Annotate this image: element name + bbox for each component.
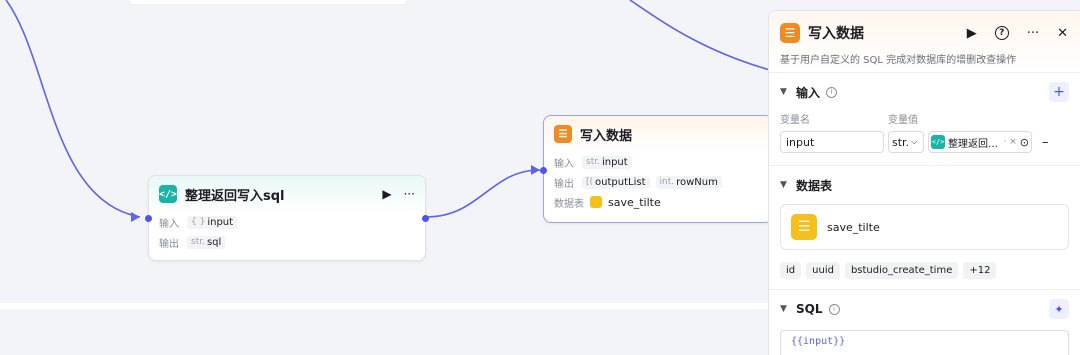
variable-reference-select[interactable]: </> 整理返回… · × ⊙ xyxy=(928,131,1032,153)
input-section: ▼ 输入 i + 变量名 变量值 input str. ⌵ </> 整理返回… … xyxy=(769,73,1080,166)
output-port[interactable] xyxy=(422,215,429,222)
more-columns-chip[interactable]: +12 xyxy=(963,262,997,279)
play-icon[interactable]: ▶ xyxy=(382,187,391,201)
chevron-down-icon[interactable]: ▼ xyxy=(780,304,790,314)
chevron-down-icon: ⌵ xyxy=(911,137,918,146)
node-input-row: 输入 { } input xyxy=(149,212,425,232)
column-header-name: 变量名 xyxy=(780,115,810,126)
edge-upstream-to-sql xyxy=(5,0,141,218)
input-label: 输入 xyxy=(159,218,179,230)
remove-variable-button[interactable]: – xyxy=(1042,135,1049,150)
target-icon[interactable]: ⊙ xyxy=(1020,136,1029,149)
column-header-value: 变量值 xyxy=(888,115,918,126)
table-name: save_tilte xyxy=(827,220,880,234)
sql-section: ▼ SQL i ✦ {{input}} xyxy=(769,290,1080,355)
panel-description: 基于用户自定义的 SQL 完成对数据库的增删改查操作 xyxy=(780,55,1017,66)
database-icon: ☰ xyxy=(791,214,817,240)
output-tag: str. sql xyxy=(187,235,226,249)
edge-sql-to-db xyxy=(425,169,541,218)
variable-row: input str. ⌵ </> 整理返回… · × ⊙ – xyxy=(780,131,1069,165)
node-db-write[interactable]: ☰ 写入数据 输入 str. input 输出 [(outputList int.… xyxy=(540,115,773,223)
panel-title: 写入数据 xyxy=(808,26,864,42)
node-title: 整理返回写入sql xyxy=(185,188,285,204)
output-label: 输出 xyxy=(554,178,574,190)
output-tag: int. rowNum xyxy=(655,175,722,189)
edge-arrow-db xyxy=(531,165,540,175)
clear-icon[interactable]: · × xyxy=(1004,137,1017,147)
database-icon: ☰ xyxy=(554,125,572,143)
node-table-row: 数据表 save_tilte xyxy=(544,192,772,212)
column-chip: bstudio_create_time xyxy=(844,262,959,279)
type-label: str. xyxy=(586,157,600,167)
var-name: input xyxy=(601,156,628,168)
node-sql-builder[interactable]: </> 整理返回写入sql ▶ ··· 输入 { } input 输出 str. s… xyxy=(145,175,429,261)
node-title: 写入数据 xyxy=(580,128,633,144)
input-label: 输入 xyxy=(554,158,574,170)
sql-editor[interactable]: {{input}} xyxy=(780,330,1069,355)
database-icon: ☰ xyxy=(780,23,800,43)
node-header: </> 整理返回写入sql ▶ ··· xyxy=(149,176,425,212)
info-icon[interactable]: i xyxy=(826,86,838,98)
column-chip: id xyxy=(780,262,802,279)
input-tag: str. input xyxy=(582,155,632,169)
info-icon[interactable]: i xyxy=(828,303,840,315)
type-label: str. xyxy=(191,237,205,247)
table-icon xyxy=(590,196,602,208)
type-label: { } xyxy=(191,217,206,227)
type-label: int. xyxy=(659,177,675,187)
chevron-down-icon[interactable]: ▼ xyxy=(780,87,790,97)
code-icon: </> xyxy=(159,185,177,203)
reference-value: 整理返回… xyxy=(948,138,998,150)
node-output-row: 输出 [(outputList int. rowNum xyxy=(544,172,772,192)
var-name: input xyxy=(207,216,234,228)
section-title: SQL xyxy=(796,302,823,316)
column-chips: id uuid bstudio_create_time +12 xyxy=(780,262,1069,289)
node-output-row: 输出 str. sql xyxy=(149,232,425,252)
play-icon[interactable]: ▶ xyxy=(967,26,977,41)
table-label: 数据表 xyxy=(554,198,584,210)
add-variable-button[interactable]: + xyxy=(1049,82,1069,102)
output-tag: [(outputList xyxy=(582,175,650,189)
input-port[interactable] xyxy=(145,215,152,222)
node-input-row: 输入 str. input xyxy=(544,152,772,172)
table-card[interactable]: ☰ save_tilte xyxy=(780,204,1069,250)
column-chip: uuid xyxy=(806,262,840,279)
table-name: save_tilte xyxy=(608,195,661,209)
variable-name-input[interactable]: input xyxy=(780,131,884,153)
node-config-panel: ☰ 写入数据 ▶ ? ··· ✕ 基于用户自定义的 SQL 完成对数据库的增删改… xyxy=(768,10,1080,355)
var-name: sql xyxy=(206,236,222,248)
help-icon[interactable]: ? xyxy=(994,26,1009,40)
output-label: 输出 xyxy=(159,238,179,250)
input-tag: { } input xyxy=(187,215,238,229)
more-icon[interactable]: ··· xyxy=(1027,26,1039,41)
ai-assist-button[interactable]: ✦ xyxy=(1049,299,1069,319)
type-select[interactable]: str. ⌵ xyxy=(888,131,924,153)
close-icon[interactable]: ✕ xyxy=(1057,26,1068,41)
section-title: 输入 xyxy=(796,85,821,100)
chevron-down-icon[interactable]: ▼ xyxy=(780,180,790,190)
code-icon: </> xyxy=(931,135,945,149)
edge-db-to-next xyxy=(629,0,771,71)
panel-header: ☰ 写入数据 ▶ ? ··· ✕ 基于用户自定义的 SQL 完成对数据库的增删改… xyxy=(769,11,1080,73)
more-icon[interactable]: ··· xyxy=(404,187,415,201)
input-port[interactable] xyxy=(540,167,547,174)
var-name: outputList xyxy=(595,176,646,188)
var-name: rowNum xyxy=(676,176,718,188)
node-header: ☰ 写入数据 xyxy=(544,116,772,152)
table-section: ▼ 数据表 ☰ save_tilte id uuid bstudio_creat… xyxy=(769,166,1080,290)
section-title: 数据表 xyxy=(796,178,833,193)
type-label: [( xyxy=(586,177,594,187)
edge-arrow-sql xyxy=(131,212,140,222)
type-value: str. xyxy=(892,135,910,149)
